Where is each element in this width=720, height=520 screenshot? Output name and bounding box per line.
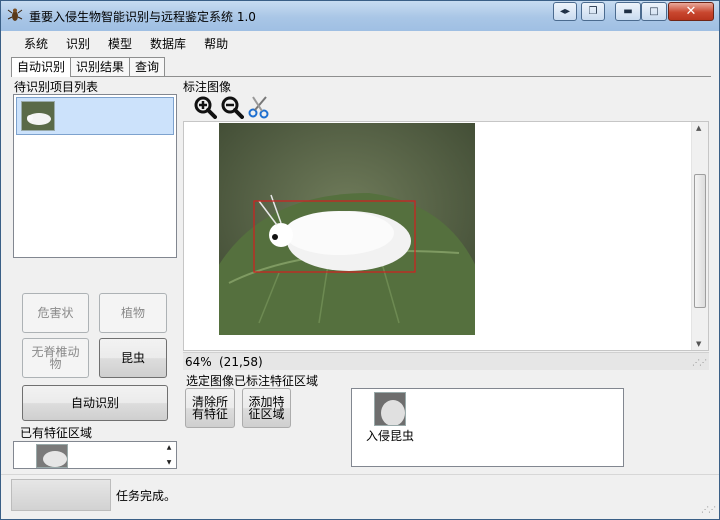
pending-list[interactable] [13, 94, 177, 258]
annotation-canvas[interactable]: ▲ ▼ [183, 121, 709, 351]
menu-help[interactable]: 帮助 [195, 35, 237, 52]
progress-bar [11, 479, 111, 511]
swap-icon: ◂▸ [559, 6, 571, 17]
cursor-coords: (21,58) [219, 355, 263, 369]
tab-divider [11, 76, 711, 77]
image-toolbar [183, 93, 709, 121]
menu-database[interactable]: 数据库 [141, 35, 195, 52]
scroll-up-icon[interactable]: ▲ [696, 124, 701, 132]
app-logo-icon [7, 8, 23, 21]
harm-category-button[interactable]: 危害状 [22, 293, 89, 333]
feature-thumbnail [36, 444, 68, 468]
image-status-strip: 64% (21,58) ⋰⋰ [183, 352, 709, 370]
minimize-button[interactable]: ▬ [615, 2, 641, 21]
selected-regions-box[interactable]: 入侵昆虫 [351, 388, 624, 467]
tab-query[interactable]: 查询 [129, 57, 166, 77]
feature-region-label: 已有特征区域 [20, 426, 93, 440]
zoom-out-icon[interactable] [220, 95, 244, 119]
close-icon: ✕ [685, 4, 697, 19]
tab-bar: 自动识别 识别结果 查询 [11, 57, 166, 77]
insect-category-button[interactable]: 昆虫 [99, 338, 167, 378]
clear-label-line2: 有特征 [191, 407, 228, 421]
close-button[interactable]: ✕ [668, 2, 714, 21]
insect-region-thumbnail[interactable] [374, 392, 406, 426]
tab-auto-recognize[interactable]: 自动识别 [11, 57, 72, 77]
scissors-icon[interactable] [247, 95, 271, 119]
invertebrate-category-button[interactable]: 无脊椎动 物 [22, 338, 89, 378]
feature-region-list[interactable]: ▲ ▼ [13, 441, 177, 469]
pin-button[interactable]: ❐ [581, 2, 605, 21]
app-window: 重要入侵生物智能识别与远程鉴定系统 1.0 ◂▸ ❐ ▬ □ ✕ 系统 识别 模… [0, 0, 720, 520]
auto-recognize-button[interactable]: 自动识别 [22, 385, 168, 421]
menu-system[interactable]: 系统 [15, 35, 57, 52]
scroll-down-icon[interactable]: ▼ [167, 459, 172, 466]
invertebrate-label-line2: 物 [49, 357, 62, 371]
zoom-level: 64% [185, 355, 212, 369]
status-bar: 任务完成。 ⋰⋰ [1, 474, 719, 519]
window-icon: ❐ [588, 6, 598, 17]
maximize-button[interactable]: □ [641, 2, 667, 21]
plant-category-button[interactable]: 植物 [99, 293, 167, 333]
restore-side-button[interactable]: ◂▸ [553, 2, 577, 21]
menu-recognize[interactable]: 识别 [57, 35, 99, 52]
maximize-icon: □ [649, 6, 659, 17]
list-item[interactable] [16, 97, 174, 135]
canvas-vertical-scrollbar[interactable]: ▲ ▼ [691, 122, 708, 350]
resize-grip-icon[interactable]: ⋰⋰ [692, 358, 707, 367]
menu-bar: 系统 识别 模型 数据库 帮助 [1, 32, 719, 54]
feature-list-scrollbar[interactable]: ▲ ▼ [162, 442, 176, 468]
window-title: 重要入侵生物智能识别与远程鉴定系统 1.0 [29, 10, 256, 24]
scroll-down-icon[interactable]: ▼ [696, 340, 701, 348]
status-message: 任务完成。 [116, 489, 177, 503]
selected-regions-label: 选定图像已标注特征区域 [186, 374, 319, 388]
window-resize-grip-icon[interactable]: ⋰⋰ [701, 505, 716, 514]
menu-model[interactable]: 模型 [99, 35, 141, 52]
pending-list-label: 待识别项目列表 [14, 80, 99, 94]
clear-features-button[interactable]: 清除所 有特征 [185, 388, 235, 428]
add-label-line2: 征区域 [248, 407, 285, 421]
minimize-icon: ▬ [623, 6, 633, 17]
scrollbar-thumb[interactable] [694, 174, 706, 308]
add-feature-region-button[interactable]: 添加特 征区域 [242, 388, 291, 428]
scroll-up-icon[interactable]: ▲ [167, 444, 172, 451]
insect-region-label: 入侵昆虫 [366, 429, 415, 443]
zoom-in-icon[interactable] [193, 95, 217, 119]
tab-results[interactable]: 识别结果 [70, 57, 131, 77]
moth-thumbnail [21, 101, 55, 131]
title-bar[interactable]: 重要入侵生物智能识别与远程鉴定系统 1.0 ◂▸ ❐ ▬ □ ✕ [1, 1, 719, 31]
moth-photo[interactable] [219, 123, 475, 335]
